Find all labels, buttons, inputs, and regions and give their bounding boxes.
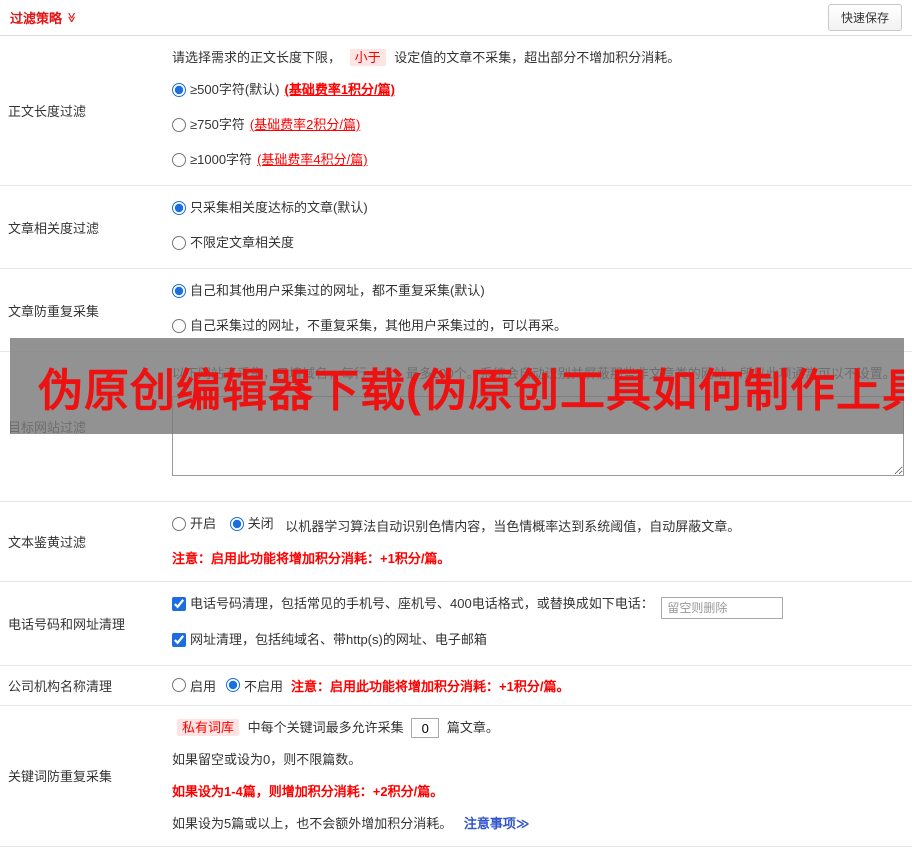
row-dedup-filter: 文章防重复采集 自己和其他用户采集过的网址，都不重复采集(默认) 自己采集过的网… [0, 269, 912, 352]
porn-option-off[interactable]: 关闭 [229, 513, 274, 535]
relevance-option-any[interactable]: 不限定文章相关度 [172, 232, 294, 254]
length-1000-radio[interactable] [172, 153, 186, 167]
length-500-label: ≥500字符(默认) [190, 82, 280, 97]
relevance-strict-label: 只采集相关度达标的文章(默认) [190, 200, 368, 215]
company-clean-off-option[interactable]: 不启用 [226, 676, 283, 695]
company-off-radio[interactable] [226, 678, 241, 693]
phone-clean-label: 电话号码清理，包括常见的手机号、座机号、400电话格式，或替换成如下电话： [190, 596, 654, 611]
intro-pre: 请选择需求的正文长度下限， [172, 50, 342, 65]
dedup-global-radio[interactable] [172, 284, 186, 298]
dedup-self-label: 自己采集过的网址，不重复采集，其他用户采集过的，可以再采。 [190, 318, 568, 333]
porn-on-radio[interactable] [172, 517, 186, 531]
relevance-option-strict[interactable]: 只采集相关度达标的文章(默认) [172, 197, 368, 219]
dedup-filter-label: 文章防重复采集 [8, 303, 100, 319]
company-on-radio[interactable] [172, 678, 186, 693]
company-on-label: 启用 [190, 678, 217, 694]
relevance-strict-radio[interactable] [172, 201, 186, 215]
chevron-down-icon: ≫ [65, 12, 77, 23]
dedup-option-global[interactable]: 自己和其他用户采集过的网址，都不重复采集(默认) [172, 280, 485, 302]
keyword-dedup-line2: 如果留空或设为0，则不限篇数。 [172, 751, 362, 767]
notes-link[interactable]: 注意事项≫ [464, 816, 530, 831]
company-clean-label: 公司机构名称清理 [8, 678, 113, 694]
dedup-global-label: 自己和其他用户采集过的网址，都不重复采集(默认) [190, 283, 485, 298]
target-site-intro: 以下网站不采集，只填域名，每行一个，最多200个。系统会自动识别并屏蔽那些非文章… [172, 366, 896, 381]
phone-url-clean-label: 电话号码和网址清理 [8, 616, 126, 632]
porn-filter-label: 文本鉴黄过滤 [8, 535, 87, 550]
url-clean-label: 网址清理，包括纯域名、带http(s)的网址、电子邮箱 [190, 631, 487, 647]
length-500-note: (基础费率1积分/篇) [284, 82, 395, 97]
private-lexicon-highlight: 私有词库 [177, 718, 240, 736]
length-750-note: (基础费率2积分/篇) [249, 117, 361, 132]
intro-post: 设定值的文章不采集，超出部分不增加积分消耗。 [394, 50, 681, 65]
keyword-dedup-label: 关键词防重复采集 [8, 769, 113, 785]
row-company-clean: 公司机构名称清理 启用 不启用 注意：启用此功能将增加积分消耗：+1积分/篇。 [0, 666, 912, 706]
porn-filter-desc: 以机器学习算法自动识别色情内容，当色情概率达到系统阈值，自动屏蔽文章。 [285, 519, 741, 534]
porn-filter-warning: 注意：启用此功能将增加积分消耗：+1积分/篇。 [172, 551, 451, 566]
porn-on-label: 开启 [190, 516, 217, 531]
length-filter-label: 正文长度过滤 [8, 104, 87, 119]
max-articles-input[interactable] [411, 718, 440, 739]
relevance-filter-label: 文章相关度过滤 [8, 220, 100, 236]
dedup-self-radio[interactable] [172, 319, 186, 333]
phone-clean-option[interactable]: 电话号码清理，包括常见的手机号、座机号、400电话格式，或替换成如下电话： [172, 593, 654, 615]
row-keyword-dedup: 关键词防重复采集 私有词库 中每个关键词最多允许采集 篇文章。 如果留空或设为0… [0, 706, 912, 847]
row-length-filter: 正文长度过滤 请选择需求的正文长度下限， 小于 设定值的文章不采集，超出部分不增… [0, 36, 912, 186]
url-clean-option[interactable]: 网址清理，包括纯域名、带http(s)的网址、电子邮箱 [172, 629, 487, 651]
length-1000-label: ≥1000字符 [190, 152, 253, 167]
page-title: 过滤策略 [10, 11, 63, 26]
replacement-phone-input[interactable] [661, 596, 784, 619]
keyword-dedup-line3: 如果设为1-4篇，则增加积分消耗：+2积分/篇。 [172, 783, 444, 799]
quick-save-button[interactable]: 快速保存 [827, 4, 902, 31]
porn-option-on[interactable]: 开启 [172, 513, 216, 535]
porn-off-label: 关闭 [247, 516, 274, 531]
length-1000-note: (基础费率4积分/篇) [257, 152, 368, 167]
porn-off-radio[interactable] [229, 517, 244, 531]
relevance-any-radio[interactable] [172, 236, 186, 250]
length-750-label: ≥750字符 [190, 117, 245, 132]
company-clean-on-option[interactable]: 启用 [172, 676, 216, 695]
row-porn-filter: 文本鉴黄过滤 开启 关闭 以机器学习算法自动识别色情内容，当色情概率达到系统阈值… [0, 502, 912, 582]
dedup-option-self[interactable]: 自己采集过的网址，不重复采集，其他用户采集过的，可以再采。 [172, 315, 567, 337]
row-phone-url-clean: 电话号码和网址清理 电话号码清理，包括常见的手机号、座机号、400电话格式，或替… [0, 582, 912, 666]
length-500-radio[interactable] [172, 83, 186, 97]
page-header: 过滤策略 ≫ 快速保存 [0, 0, 912, 36]
company-clean-warning: 注意：启用此功能将增加积分消耗：+1积分/篇。 [291, 678, 570, 694]
keyword-dedup-line4: 如果设为5篇或以上，也不会额外增加积分消耗。 [172, 815, 453, 831]
keyword-dedup-line1-post: 篇文章。 [446, 719, 499, 735]
filter-strategy-header[interactable]: 过滤策略 ≫ [10, 8, 77, 27]
length-option-500[interactable]: ≥500字符(默认) (基础费率1积分/篇) [172, 79, 395, 101]
phone-clean-checkbox[interactable] [172, 597, 186, 611]
relevance-any-label: 不限定文章相关度 [190, 235, 295, 250]
keyword-dedup-line1-mid: 中每个关键词最多允许采集 [247, 719, 404, 735]
row-relevance-filter: 文章相关度过滤 只采集相关度达标的文章(默认) 不限定文章相关度 [0, 186, 912, 269]
length-option-1000[interactable]: ≥1000字符 (基础费率4积分/篇) [172, 149, 368, 171]
less-than-highlight: 小于 [349, 49, 386, 66]
blocked-sites-textarea[interactable] [172, 396, 904, 476]
url-clean-checkbox[interactable] [172, 632, 186, 647]
company-off-label: 不启用 [244, 678, 284, 694]
target-site-filter-label: 目标网站过滤 [8, 420, 87, 435]
row-target-site-filter: 目标网站过滤 以下网站不采集，只填域名，每行一个，最多200个。系统会自动识别并… [0, 352, 912, 502]
length-option-750[interactable]: ≥750字符 (基础费率2积分/篇) [172, 114, 360, 136]
length-750-radio[interactable] [172, 118, 186, 132]
length-filter-intro: 请选择需求的正文长度下限， 小于 设定值的文章不采集，超出部分不增加积分消耗。 [172, 42, 904, 74]
